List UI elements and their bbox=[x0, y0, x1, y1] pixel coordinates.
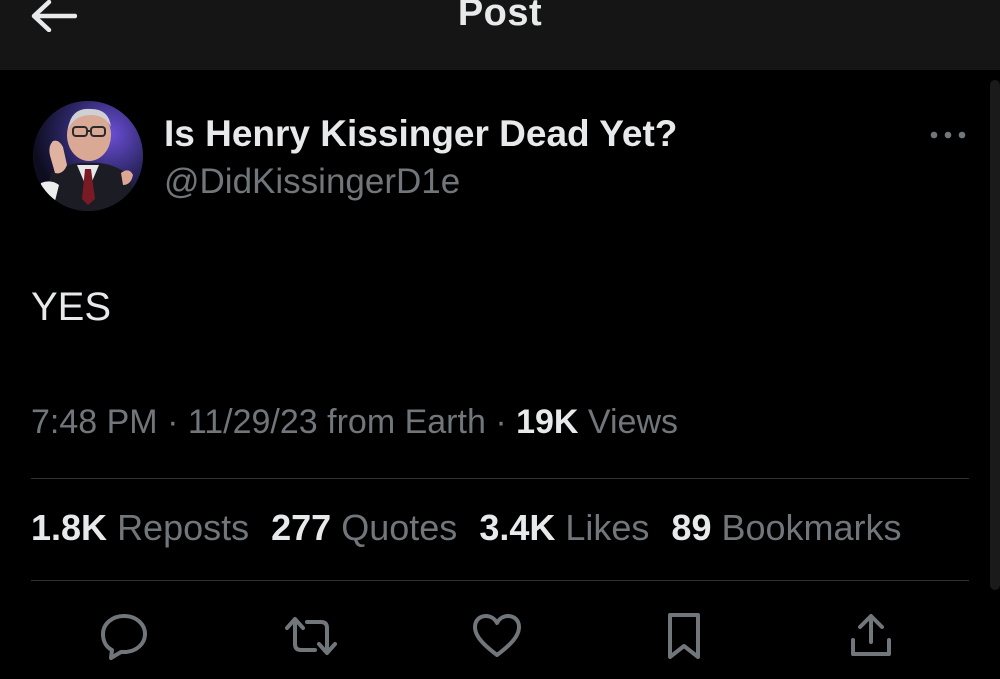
divider bbox=[31, 580, 969, 581]
quotes-stat[interactable]: 277 Quotes bbox=[271, 507, 457, 549]
page-title: Post bbox=[457, 0, 543, 34]
post-date[interactable]: 11/29/23 bbox=[188, 403, 318, 441]
quotes-count: 277 bbox=[271, 507, 332, 548]
action-bar bbox=[0, 608, 1000, 668]
bookmarks-label: Bookmarks bbox=[721, 507, 902, 548]
share-button[interactable] bbox=[843, 608, 899, 664]
quotes-label: Quotes bbox=[341, 507, 458, 548]
bookmarks-stat[interactable]: 89 Bookmarks bbox=[671, 507, 901, 549]
avatar[interactable] bbox=[33, 101, 143, 211]
more-options-button[interactable] bbox=[926, 122, 970, 148]
bookmark-button[interactable] bbox=[656, 608, 712, 664]
post-source: from Earth bbox=[327, 403, 486, 441]
heart-icon bbox=[471, 613, 523, 659]
reply-button[interactable] bbox=[96, 608, 152, 664]
post-time[interactable]: 7:48 PM bbox=[31, 403, 158, 441]
scrollbar[interactable] bbox=[990, 80, 1000, 590]
more-horizontal-icon bbox=[928, 130, 968, 140]
post-metadata: 7:48 PM · 11/29/23 from Earth · 19K View… bbox=[31, 403, 678, 442]
likes-count: 3.4K bbox=[479, 507, 556, 548]
bookmarks-count: 89 bbox=[671, 507, 712, 548]
share-icon bbox=[848, 612, 894, 660]
repost-icon bbox=[283, 614, 339, 658]
bookmark-icon bbox=[664, 611, 704, 661]
reply-icon bbox=[99, 612, 149, 660]
meta-separator: · bbox=[495, 403, 507, 441]
repost-button[interactable] bbox=[283, 608, 339, 664]
reposts-label: Reposts bbox=[117, 507, 250, 548]
like-button[interactable] bbox=[469, 608, 525, 664]
meta-separator: · bbox=[167, 403, 179, 441]
views-label[interactable]: Views bbox=[588, 403, 678, 441]
author-display-name[interactable]: Is Henry Kissinger Dead Yet? bbox=[164, 113, 677, 155]
likes-label: Likes bbox=[565, 507, 650, 548]
reposts-stat[interactable]: 1.8K Reposts bbox=[31, 507, 249, 549]
author-handle[interactable]: @DidKissingerD1e bbox=[164, 162, 460, 202]
likes-stat[interactable]: 3.4K Likes bbox=[479, 507, 649, 549]
engagement-stats: 1.8K Reposts 277 Quotes 3.4K Likes 89 Bo… bbox=[31, 507, 924, 549]
reposts-count: 1.8K bbox=[31, 507, 108, 548]
divider bbox=[31, 478, 969, 479]
views-count[interactable]: 19K bbox=[516, 403, 578, 441]
top-bar: Post bbox=[0, 0, 1000, 70]
post-text: YES bbox=[31, 285, 112, 329]
